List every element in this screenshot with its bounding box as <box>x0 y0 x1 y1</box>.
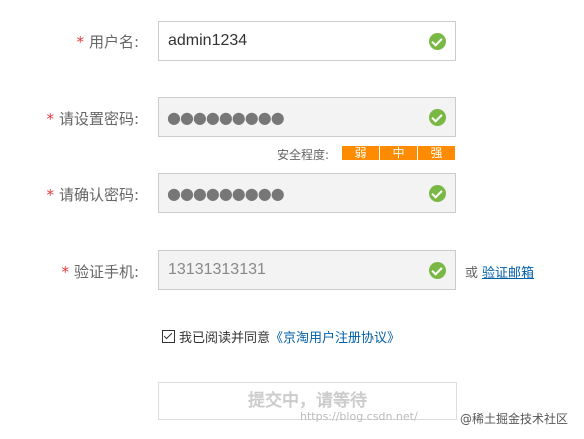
password-label-text: 请设置密码: <box>58 110 139 128</box>
password-value[interactable]: ●●●●●●●●● <box>167 108 285 127</box>
strength-meter: 弱 中 强 <box>342 146 456 160</box>
check-circle-icon <box>429 33 446 50</box>
password-label: * 请设置密码: <box>46 108 139 129</box>
confirm-password-label: * 请确认密码: <box>46 184 139 205</box>
check-circle-icon <box>429 185 446 202</box>
strength-medium: 中 <box>380 146 417 160</box>
required-mark: * <box>61 263 69 281</box>
check-circle-icon <box>429 262 446 279</box>
confirm-password-label-text: 请确认密码: <box>58 186 139 204</box>
watermark-url: https://blog.csdn.net/ <box>300 410 418 423</box>
checkbox-checked-icon[interactable] <box>162 330 175 343</box>
phone-label-text: 验证手机: <box>73 263 139 281</box>
username-label-text: 用户名: <box>88 33 139 51</box>
phone-label: * 验证手机: <box>61 261 139 282</box>
agreement-link[interactable]: 《京淘用户注册协议》 <box>270 327 400 346</box>
strength-strong: 强 <box>418 146 455 160</box>
phone-field[interactable]: 13131313131 <box>158 250 456 290</box>
confirm-password-value[interactable]: ●●●●●●●●● <box>167 184 285 203</box>
phone-value[interactable]: 13131313131 <box>168 261 266 279</box>
strength-weak: 弱 <box>342 146 379 160</box>
check-circle-icon <box>429 109 446 126</box>
strength-label: 安全程度: <box>277 148 330 162</box>
agreement-row: 我已阅读并同意 《京淘用户注册协议》 <box>162 327 400 346</box>
or-text: 或 <box>465 266 479 281</box>
username-value[interactable]: admin1234 <box>168 32 247 50</box>
required-mark: * <box>76 33 84 51</box>
watermark-brand: @稀土掘金技术社区 <box>460 412 569 426</box>
confirm-password-field[interactable]: ●●●●●●●●● <box>158 173 456 213</box>
verify-email-link[interactable]: 验证邮箱 <box>482 262 534 281</box>
username-label: * 用户名: <box>76 31 139 52</box>
agreement-text: 我已阅读并同意 <box>179 331 271 346</box>
username-field[interactable]: admin1234 <box>158 21 456 61</box>
required-mark: * <box>46 186 54 204</box>
password-field[interactable]: ●●●●●●●●● <box>158 97 456 137</box>
required-mark: * <box>46 110 54 128</box>
